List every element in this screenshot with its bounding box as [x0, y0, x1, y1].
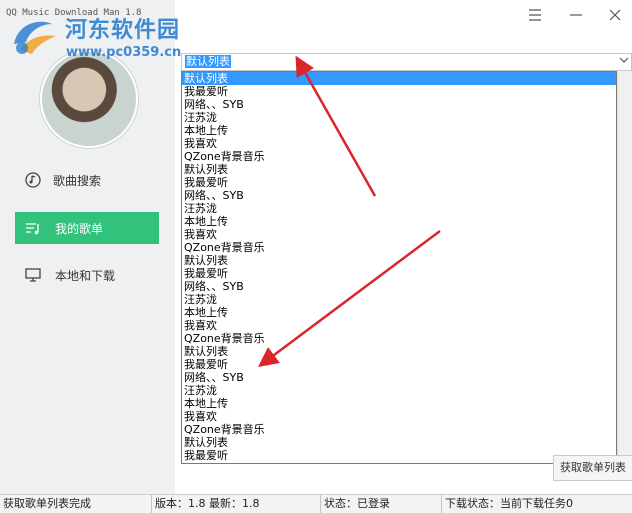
- avatar[interactable]: [40, 50, 138, 148]
- sidebar-item-my-playlists[interactable]: 我的歌单: [15, 212, 159, 244]
- playlist-option[interactable]: QZone背景音乐: [182, 332, 616, 345]
- chevron-down-icon[interactable]: [619, 55, 629, 68]
- sidebar-item-label: 本地和下载: [55, 268, 116, 283]
- playlist-option[interactable]: 我最爱听: [182, 267, 616, 280]
- playlist-option[interactable]: 网络、、SYB: [182, 371, 616, 384]
- playlist-option[interactable]: 我喜欢: [182, 410, 616, 423]
- playlist-option[interactable]: 汪苏泷: [182, 293, 616, 306]
- playlist-option[interactable]: 网络、、SYB: [182, 98, 616, 111]
- playlist-option[interactable]: 我最爱听: [182, 449, 616, 462]
- playlist-option[interactable]: 默认列表: [182, 72, 616, 85]
- minimize-button[interactable]: [565, 6, 587, 26]
- playlist-icon: [23, 218, 43, 238]
- playlist-select[interactable]: 默认列表: [181, 53, 632, 71]
- scrollbar[interactable]: [617, 71, 632, 464]
- status-login: 状态：已登录: [320, 495, 442, 513]
- status-bar: 获取歌单列表完成 版本：1.8 最新：1.8 状态：已登录 下载状态：当前下载任…: [0, 494, 632, 513]
- playlist-option[interactable]: 我最爱听: [182, 85, 616, 98]
- playlist-select-value: 默认列表: [185, 55, 231, 68]
- sidebar-item-local-download[interactable]: 本地和下载: [15, 259, 159, 291]
- playlist-option[interactable]: QZone背景音乐: [182, 241, 616, 254]
- playlist-option[interactable]: 默认列表: [182, 163, 616, 176]
- playlist-option[interactable]: 网络、、SYB: [182, 189, 616, 202]
- menu-icon: [528, 8, 542, 24]
- playlist-option[interactable]: 汪苏泷: [182, 384, 616, 397]
- playlist-option[interactable]: 默认列表: [182, 345, 616, 358]
- watermark-url: www.pc0359.cn: [66, 45, 182, 60]
- playlist-option[interactable]: 我最爱听: [182, 176, 616, 189]
- watermark-text: 河东软件园: [65, 18, 181, 43]
- watermark-logo: [8, 14, 60, 58]
- playlist-option[interactable]: 我喜欢: [182, 228, 616, 241]
- sidebar-item-song-search[interactable]: 歌曲搜索: [15, 164, 159, 196]
- status-version: 版本：1.8 最新：1.8: [151, 495, 321, 513]
- playlist-option[interactable]: 默认列表: [182, 254, 616, 267]
- sidebar-item-label: 歌曲搜索: [53, 173, 102, 188]
- fetch-playlists-button[interactable]: 获取歌单列表: [553, 455, 632, 481]
- minimize-icon: [569, 9, 583, 24]
- playlist-option[interactable]: 本地上传: [182, 397, 616, 410]
- status-download: 下载状态：当前下载任务0: [441, 495, 632, 513]
- playlist-option[interactable]: 本地上传: [182, 124, 616, 137]
- playlist-option[interactable]: QZone背景音乐: [182, 423, 616, 436]
- playlist-option[interactable]: 我喜欢: [182, 137, 616, 150]
- sidebar-item-label: 我的歌单: [55, 221, 104, 236]
- playlist-option[interactable]: QZone背景音乐: [182, 150, 616, 163]
- playlist-option[interactable]: 网络、、SYB: [182, 280, 616, 293]
- playlist-option[interactable]: 本地上传: [182, 306, 616, 319]
- close-button[interactable]: [604, 6, 626, 26]
- playlist-option[interactable]: 默认列表: [182, 436, 616, 449]
- sidebar: QQ Music Download Man 1.8 歌曲搜索 我的歌单 本地和下…: [0, 0, 175, 494]
- playlist-option[interactable]: 汪苏泷: [182, 111, 616, 124]
- playlist-option[interactable]: 汪苏泷: [182, 202, 616, 215]
- playlist-option[interactable]: 我喜欢: [182, 319, 616, 332]
- monitor-icon: [23, 265, 43, 285]
- playlist-option[interactable]: 本地上传: [182, 215, 616, 228]
- close-icon: [609, 9, 621, 24]
- status-message: 获取歌单列表完成: [3, 497, 91, 510]
- music-search-icon: [23, 170, 43, 190]
- menu-button[interactable]: [524, 6, 546, 26]
- playlist-dropdown[interactable]: 默认列表 我最爱听 网络、、SYB 汪苏泷 本地上传 我喜欢 QZone背景音乐 默认列表 我最…: [181, 71, 617, 464]
- playlist-option[interactable]: 我最爱听: [182, 358, 616, 371]
